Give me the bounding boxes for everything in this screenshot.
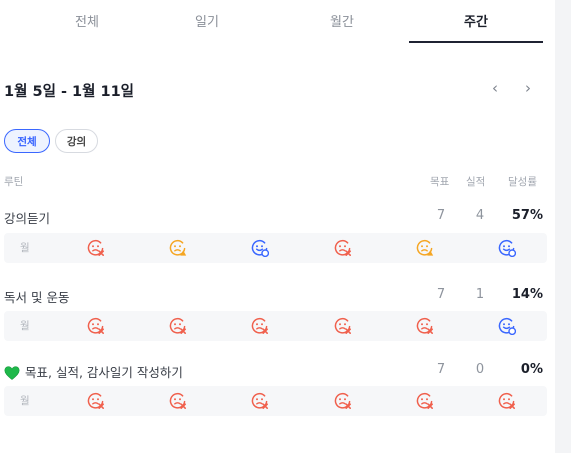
day-label: 월 [20,395,30,407]
weekly-routine-panel: 전체 일기 월간 주간 1월 5일 - 1월 11일 ‹ › 전체 강의 루틴 … [0,0,555,453]
green-heart-icon [4,366,20,383]
actual-count: 1 [475,287,485,302]
routine-name[interactable]: 강의듣기 [4,208,50,227]
sad-face-x-icon[interactable] [87,239,105,257]
achievement-rate: 14% [511,287,543,302]
next-week-button[interactable]: › [518,76,538,100]
column-actual: 실적 [466,176,486,188]
day-label: 월 [20,242,30,254]
smile-face-check-icon[interactable] [498,239,517,258]
achievement-rate: 57% [511,208,543,223]
scrollbar-track[interactable] [555,0,571,453]
goal-count: 7 [436,362,446,377]
goal-count: 7 [436,208,446,223]
date-range-title: 1월 5일 - 1월 11일 [4,84,135,100]
filter-chip-all[interactable]: 전체 [4,129,50,153]
tab-monthly[interactable]: 월간 [275,0,409,42]
routine-name-with-heart[interactable]: 목표, 실적, 감사일기 작성하기 [4,362,183,383]
active-tab-indicator [409,41,543,43]
smile-face-check-icon[interactable] [251,239,270,258]
sad-face-x-icon[interactable] [251,317,269,335]
sad-face-x-icon[interactable] [416,392,434,410]
sad-face-warning-icon[interactable] [416,239,434,257]
day-label: 월 [20,320,30,332]
sad-face-x-icon[interactable] [251,392,269,410]
tab-all[interactable]: 전체 [20,0,154,42]
achievement-rate: 0% [520,362,543,377]
day-status-bar: 월 [4,233,547,263]
smile-face-check-icon[interactable] [498,317,517,336]
column-rate: 달성률 [508,176,537,188]
sad-face-x-icon[interactable] [498,392,516,410]
sad-face-x-icon[interactable] [87,317,105,335]
filter-chip-lecture[interactable]: 강의 [55,129,98,153]
column-goal: 목표 [430,176,450,188]
routine-name: 목표, 실적, 감사일기 작성하기 [25,365,183,380]
day-status-bar: 월 [4,311,547,341]
actual-count: 4 [475,208,485,223]
tab-weekly[interactable]: 주간 [409,0,543,42]
sad-face-warning-icon[interactable] [169,239,187,257]
routine-name[interactable]: 독서 및 운동 [4,287,69,306]
sad-face-x-icon[interactable] [334,317,352,335]
sad-face-x-icon[interactable] [334,239,352,257]
sad-face-x-icon[interactable] [169,392,187,410]
view-tabs: 전체 일기 월간 주간 [0,0,555,44]
tab-diary[interactable]: 일기 [140,0,274,42]
prev-week-button[interactable]: ‹ [485,76,505,100]
goal-count: 7 [436,287,446,302]
sad-face-x-icon[interactable] [416,317,434,335]
sad-face-x-icon[interactable] [334,392,352,410]
sad-face-x-icon[interactable] [169,317,187,335]
column-routine: 루틴 [4,176,24,188]
sad-face-x-icon[interactable] [87,392,105,410]
actual-count: 0 [475,362,485,377]
day-status-bar: 월 [4,386,547,416]
table-header: 루틴 목표 실적 달성률 [0,174,547,190]
